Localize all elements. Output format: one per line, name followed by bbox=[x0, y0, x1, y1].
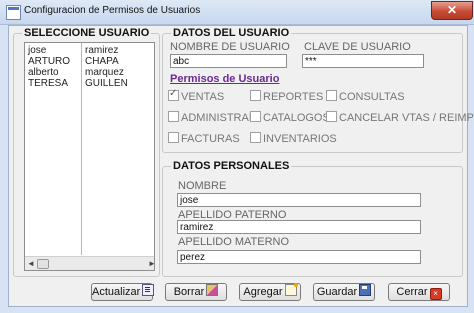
window-close-button[interactable]: ✕ bbox=[431, 1, 473, 20]
update-button[interactable]: Actualizar bbox=[91, 283, 155, 301]
title-bar: Configuracion de Permisos de Usuarios ✕ bbox=[0, 0, 474, 25]
update-button-label: Actualizar bbox=[92, 286, 141, 298]
user-first-name: jose bbox=[28, 45, 47, 56]
password-field[interactable]: *** bbox=[302, 54, 424, 68]
floppy-disk-icon bbox=[359, 284, 372, 296]
checkbox-icon bbox=[326, 90, 337, 101]
name-field[interactable]: jose bbox=[177, 193, 421, 207]
username-field[interactable]: abc bbox=[170, 54, 287, 68]
permission-label: CATALOGOS bbox=[263, 112, 330, 124]
maternal-surname-label: APELLIDO MATERNO bbox=[178, 236, 290, 248]
app-window-icon bbox=[6, 5, 21, 20]
user-last-name: CHAPA bbox=[85, 56, 119, 67]
permission-reportes-checkbox[interactable]: REPORTES bbox=[250, 90, 324, 103]
user-data-group-title: DATOS DEL USUARIO bbox=[171, 27, 292, 39]
scroll-right-icon[interactable]: ► bbox=[146, 257, 154, 270]
close-button[interactable]: Cerrar × bbox=[388, 283, 450, 301]
list-item[interactable]: alberto marquez bbox=[25, 67, 154, 78]
permission-catalogos-checkbox[interactable]: CATALOGOS bbox=[250, 111, 330, 124]
save-button[interactable]: Guardar bbox=[313, 283, 375, 301]
user-last-name: GUILLEN bbox=[85, 78, 128, 89]
close-button-label: Cerrar bbox=[396, 286, 428, 298]
checkbox-checked-icon bbox=[168, 88, 179, 101]
permission-consultas-checkbox[interactable]: CONSULTAS bbox=[326, 90, 405, 103]
checkbox-icon bbox=[168, 132, 179, 143]
permission-facturas-checkbox[interactable]: FACTURAS bbox=[168, 132, 240, 145]
list-item[interactable]: TERESA GUILLEN bbox=[25, 78, 154, 89]
scroll-left-icon[interactable]: ◄ bbox=[25, 257, 37, 270]
permission-cancelar-checkbox[interactable]: CANCELAR VTAS / REIMP bbox=[326, 111, 474, 124]
checkbox-icon bbox=[250, 90, 261, 101]
list-item[interactable]: ARTURO CHAPA bbox=[25, 56, 154, 67]
permission-label: ADMINISTRAR bbox=[181, 112, 257, 124]
delete-button[interactable]: Borrar bbox=[165, 283, 227, 301]
permission-label: FACTURAS bbox=[181, 133, 240, 145]
list-item[interactable]: jose ramirez bbox=[25, 45, 154, 56]
permission-label: INVENTARIOS bbox=[263, 133, 337, 145]
maternal-surname-field[interactable]: perez bbox=[177, 250, 421, 264]
close-icon: × bbox=[429, 288, 442, 300]
user-last-name: ramirez bbox=[85, 45, 119, 56]
user-list[interactable]: jose ramirez ARTURO CHAPA alberto marque… bbox=[24, 42, 155, 271]
permission-label: VENTAS bbox=[181, 91, 225, 103]
permission-ventas-checkbox[interactable]: VENTAS bbox=[168, 88, 225, 103]
user-last-name: marquez bbox=[85, 67, 124, 78]
name-label: NOMBRE bbox=[178, 180, 227, 192]
new-record-icon bbox=[284, 283, 298, 296]
username-label: NOMBRE DE USUARIO bbox=[170, 41, 290, 53]
permission-label: REPORTES bbox=[263, 91, 324, 103]
checkbox-icon bbox=[250, 111, 261, 122]
user-first-name: ARTURO bbox=[28, 56, 71, 67]
save-button-label: Guardar bbox=[316, 286, 358, 298]
horizontal-scrollbar[interactable]: ◄ ► bbox=[25, 256, 154, 270]
checkbox-icon bbox=[326, 111, 337, 122]
select-user-group-title: SELECCIONE USUARIO bbox=[22, 27, 152, 39]
user-first-name: TERESA bbox=[28, 78, 69, 89]
checkbox-icon bbox=[168, 111, 179, 122]
paternal-surname-field[interactable]: ramirez bbox=[177, 220, 421, 234]
add-button[interactable]: Agregar bbox=[239, 283, 301, 301]
permission-inventarios-checkbox[interactable]: INVENTARIOS bbox=[250, 132, 337, 145]
permissions-title: Permisos de Usuario bbox=[170, 73, 280, 85]
permission-label: CONSULTAS bbox=[339, 91, 405, 103]
user-first-name: alberto bbox=[28, 67, 59, 78]
permission-administrar-checkbox[interactable]: ADMINISTRAR bbox=[168, 111, 257, 124]
delete-button-label: Borrar bbox=[173, 286, 205, 298]
permission-label: CANCELAR VTAS / REIMP bbox=[339, 112, 474, 124]
eraser-icon bbox=[206, 284, 219, 296]
checkbox-icon bbox=[250, 132, 261, 143]
window-title: Configuracion de Permisos de Usuarios bbox=[24, 5, 201, 16]
personal-data-group-title: DATOS PERSONALES bbox=[171, 160, 292, 172]
password-label: CLAVE DE USUARIO bbox=[304, 41, 411, 53]
refresh-icon bbox=[142, 284, 155, 296]
scroll-thumb[interactable] bbox=[37, 259, 49, 269]
add-button-label: Agregar bbox=[243, 286, 283, 298]
